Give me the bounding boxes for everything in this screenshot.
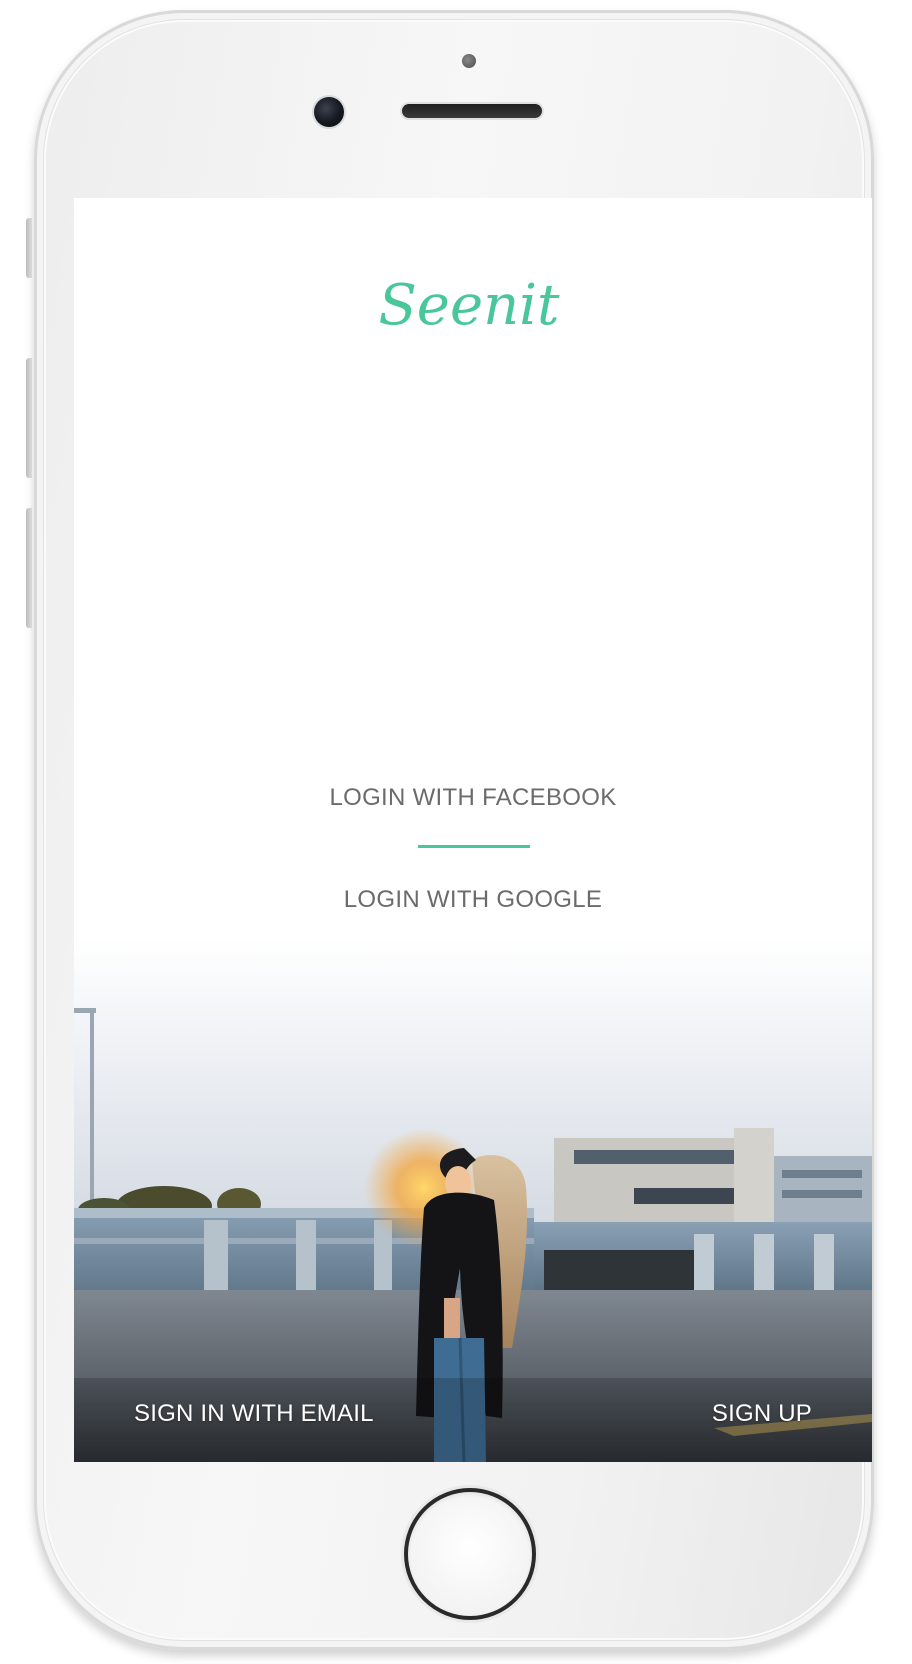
app-logo: Seenit [378,273,560,338]
volume-up-button[interactable] [26,358,32,478]
app-screen: Seenit LOGIN WITH FACEBOOK LOGIN WITH GO… [74,198,872,1462]
login-google-button[interactable]: LOGIN WITH GOOGLE [74,886,872,914]
rooftop-scene-image [74,938,872,1462]
sign-in-with-email-button[interactable]: SIGN IN WITH EMAIL [134,1400,374,1428]
volume-down-button[interactable] [26,508,32,628]
login-facebook-button[interactable]: LOGIN WITH FACEBOOK [74,784,872,812]
speaker-grille-icon [402,104,542,118]
background-photo [74,938,872,1462]
page: Seenit LOGIN WITH FACEBOOK LOGIN WITH GO… [0,0,912,1664]
mute-switch[interactable] [26,218,32,278]
front-camera-icon [314,97,344,127]
home-button-icon[interactable] [404,1488,536,1620]
login-divider [418,845,530,848]
app-logo-text: Seenit [378,273,560,338]
proximity-sensor-icon [462,54,476,68]
sign-up-button[interactable]: SIGN UP [712,1400,812,1428]
